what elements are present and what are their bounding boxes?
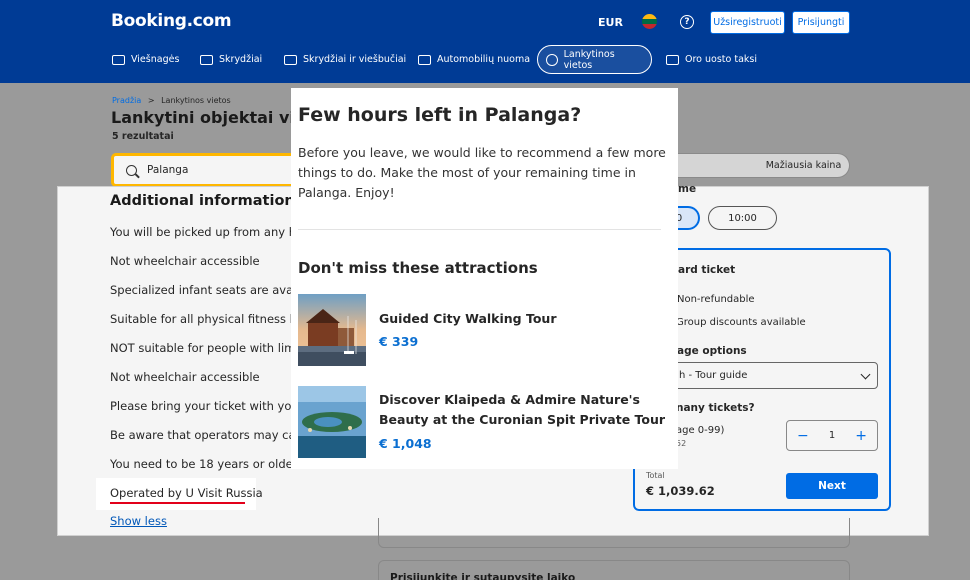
nav-label: Lankytinos vietos (563, 48, 615, 71)
age-range: age 0-99) (676, 425, 725, 436)
bed-icon (112, 54, 125, 65)
total-price: € 1,039.62 (646, 484, 715, 498)
language-select[interactable]: h - Tour guide (660, 362, 878, 389)
info-line: Specialized infant seats are availabl (110, 283, 318, 297)
info-line: You will be picked up from any hote (110, 225, 315, 239)
nav-car-rental[interactable]: Automobilių nuoma (410, 45, 538, 74)
info-line: Not wheelchair accessible (110, 370, 260, 384)
language-flag-icon[interactable] (642, 14, 657, 29)
results-count: 5 rezultatai (112, 131, 174, 142)
info-line: Be aware that operators may cance (110, 428, 317, 442)
nav-flights[interactable]: Skrydžiai (192, 45, 270, 74)
attractions-icon (546, 53, 558, 66)
search-value: Palanga (147, 164, 189, 176)
divider (298, 229, 661, 230)
popup-title: Few hours left in Palanga? (298, 104, 582, 126)
card-bottom-edge (378, 518, 850, 548)
additional-info-heading: Additional information (110, 193, 295, 209)
info-line: NOT suitable for people with limite (110, 341, 311, 355)
booking-logo[interactable]: Booking.com (111, 11, 232, 31)
nav-label: Oro uosto taksi (685, 54, 757, 65)
increment-button[interactable]: + (855, 428, 867, 444)
decrement-button[interactable]: − (797, 428, 809, 444)
nav-attractions[interactable]: Lankytinos vietos (537, 45, 652, 74)
popup-body: Before you leave, we would like to recom… (298, 145, 666, 200)
red-underline (110, 502, 245, 504)
tickets-label: nany tickets? (676, 402, 755, 414)
attraction-image-curonian-spit[interactable] (298, 386, 366, 458)
currency-selector[interactable]: EUR (598, 16, 623, 29)
time-label: me (678, 183, 697, 195)
nav-airport-taxi[interactable]: Oro uosto taksi (658, 45, 765, 74)
info-line: Suitable for all physical fitness level (110, 312, 318, 326)
breadcrumb-current: Lankytinos vietos (161, 96, 231, 105)
nav-label: Viešnagės (131, 54, 180, 65)
breadcrumb: Pradžia > Lankytinos vietos (112, 96, 231, 105)
sort-label: Mažiausia kaina (765, 160, 842, 171)
attraction-image-walking-tour[interactable] (298, 294, 366, 366)
sort-lowest-price-tab[interactable]: Mažiausia kaina (678, 153, 850, 178)
info-line: Not wheelchair accessible (110, 254, 260, 268)
destination-search-input[interactable]: Palanga (111, 153, 306, 187)
nav-stays[interactable]: Viešnagės (104, 45, 187, 74)
show-less-link[interactable]: Show less (110, 514, 167, 528)
sign-in-prompt: Prisijunkite ir sutaupysite laiko (390, 572, 576, 580)
info-line: Please bring your ticket with you to (110, 399, 314, 413)
attraction-price: € 1,048 (379, 436, 432, 451)
breadcrumb-home[interactable]: Pradžia (112, 96, 141, 105)
car-icon (418, 54, 431, 65)
info-line: You need to be 18 years or older to (110, 457, 313, 471)
time-option[interactable]: 10:00 (708, 206, 777, 230)
quantity-stepper: − 1 + (786, 420, 878, 451)
plane-icon (200, 54, 213, 65)
feature-non-refundable: Non-refundable (677, 294, 755, 305)
nav-flight-hotel[interactable]: Skrydžiai ir viešbučiai (276, 45, 414, 74)
nav-label: Skrydžiai ir viešbučiai (303, 54, 407, 65)
quantity-value: 1 (828, 430, 836, 441)
breadcrumb-separator: > (147, 96, 155, 105)
attraction-title[interactable]: Guided City Walking Tour (379, 309, 669, 329)
total-label: Total (646, 471, 665, 480)
nav-label: Automobilių nuoma (437, 54, 531, 65)
attractions-heading: Don't miss these attractions (298, 259, 538, 277)
login-button[interactable]: Prisijungti (792, 11, 850, 34)
taxi-icon (666, 54, 679, 65)
ticket-title: ard ticket (678, 264, 736, 276)
chevron-down-icon (860, 369, 871, 380)
feature-group-discounts: Group discounts available (676, 317, 806, 328)
next-button[interactable]: Next (786, 473, 878, 499)
attraction-price: € 339 (379, 334, 419, 349)
register-button[interactable]: Užsiregistruoti (710, 11, 785, 34)
language-value: h - Tour guide (679, 370, 748, 381)
top-header: Booking.com EUR ? Užsiregistruoti Prisij… (0, 0, 970, 83)
attraction-title[interactable]: Discover Klaipeda & Admire Nature's Beau… (379, 390, 669, 430)
help-icon[interactable]: ? (680, 15, 694, 29)
nav-label: Skrydžiai (219, 54, 263, 65)
plane-hotel-icon (284, 54, 297, 65)
search-icon (126, 164, 137, 176)
operator-name: Operated by U Visit Russia (110, 486, 263, 500)
language-label: age options (677, 345, 747, 357)
recommendations-popup: Few hours left in Palanga? Before you le… (291, 88, 678, 469)
